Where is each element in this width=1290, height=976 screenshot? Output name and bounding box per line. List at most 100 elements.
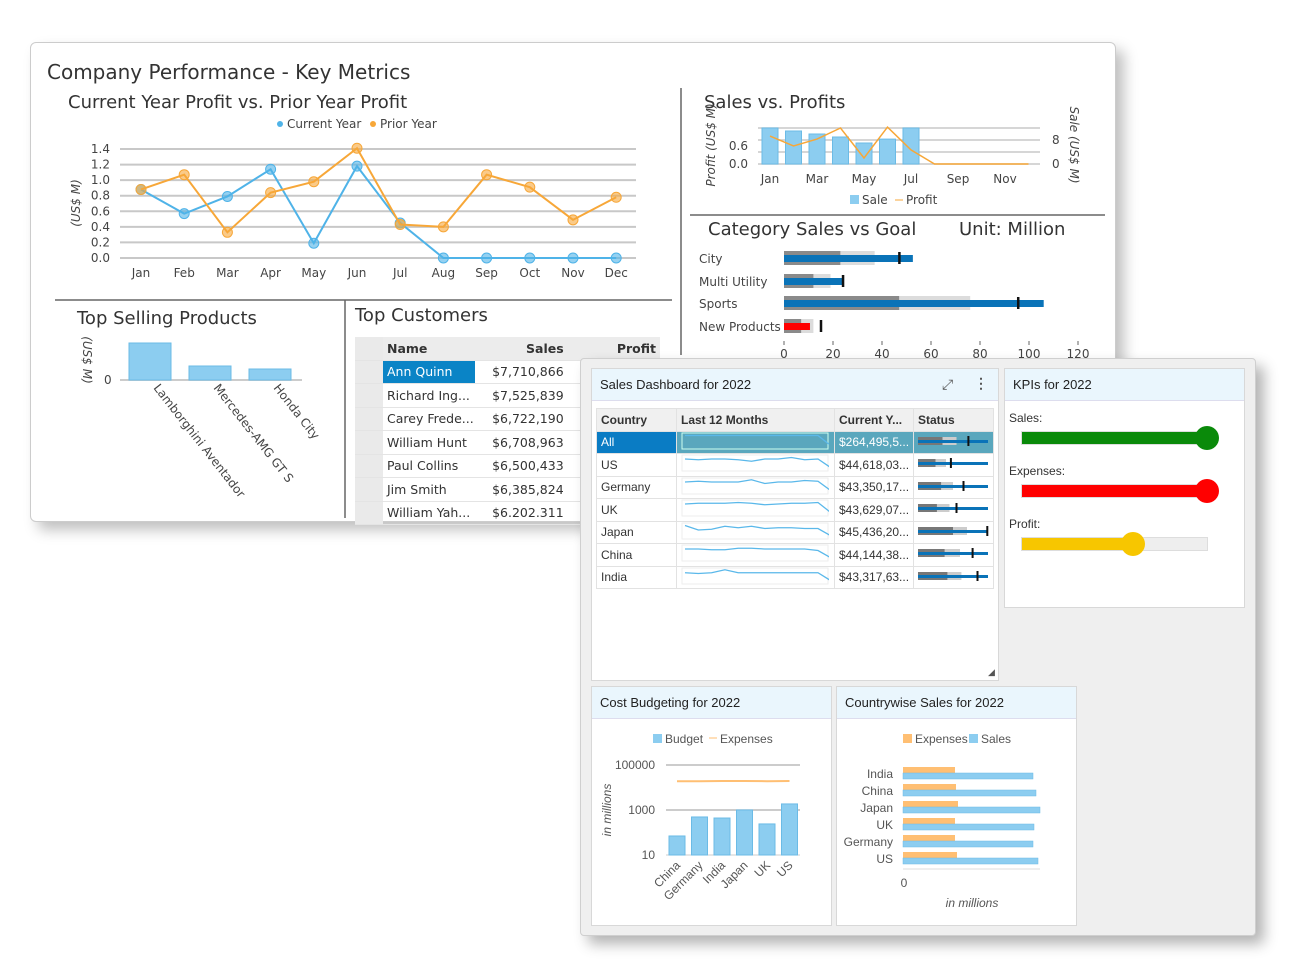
- status-bullet: [918, 525, 989, 536]
- y-tick-label: 0.6: [91, 204, 110, 218]
- country-cell: All: [596, 430, 677, 454]
- status-bullet: [918, 458, 988, 469]
- data-point: [610, 252, 622, 264]
- x-tick-label: Jul: [903, 172, 918, 186]
- table-row[interactable]: Japan $45,436,20...: [596, 520, 994, 544]
- card-title: Sales Dashboard for 2022: [592, 369, 998, 401]
- value-bar: [918, 507, 988, 511]
- country-cell: US: [596, 453, 677, 477]
- sparkline-cell: [676, 430, 835, 454]
- y-tick-label: 0.2: [91, 235, 110, 249]
- x-tick-label: Mar: [216, 266, 239, 280]
- sparkline-cell: [676, 453, 835, 477]
- x-tick-label: Jun: [347, 266, 367, 280]
- legend-marker: [277, 121, 283, 127]
- x-tick-label: Jul: [392, 266, 407, 280]
- data-point: [308, 237, 320, 249]
- kpi-slider[interactable]: [1021, 426, 1219, 450]
- data-point: [351, 142, 363, 154]
- countrywise-sales-card: Countrywise Sales for 2022: [836, 686, 1077, 926]
- status-bullet: [918, 435, 988, 446]
- data-point: [265, 163, 277, 175]
- value-bar: [918, 439, 988, 443]
- kpi-thumb[interactable]: [1195, 479, 1219, 503]
- y-tick-label: 1.4: [91, 142, 110, 156]
- data-point: [221, 226, 233, 238]
- y-tick-label: 1.0: [91, 173, 110, 187]
- table-row[interactable]: China $44,144,38...: [596, 543, 994, 567]
- country-cell: Germany: [596, 475, 677, 499]
- resize-handle-icon[interactable]: ◢: [988, 667, 995, 678]
- y-tick-label: 1.2: [91, 158, 110, 172]
- current-year-cell: $44,618,03...: [834, 453, 914, 477]
- data-point: [394, 219, 406, 231]
- status-cell: [913, 453, 994, 477]
- status-cell: [913, 565, 994, 589]
- kpi-label: Sales:: [1009, 411, 1043, 425]
- current-year-cell: $45,436,20...: [834, 520, 914, 544]
- sparkline-line: [684, 478, 832, 492]
- sales-table: Country Last 12 Months Current Y... Stat…: [596, 408, 994, 589]
- col-status[interactable]: Status: [913, 408, 994, 432]
- data-point: [524, 252, 536, 264]
- status-bullet: [918, 548, 988, 559]
- kpi-thumb[interactable]: [1121, 532, 1145, 556]
- x-tick-label: Honda City: [271, 381, 323, 442]
- kpi-slider[interactable]: [1021, 479, 1219, 503]
- x-tick-label: Apr: [260, 266, 281, 280]
- sparkline-frame: [681, 499, 829, 517]
- table-row[interactable]: US $44,618,03...: [596, 453, 994, 477]
- kpi-slider[interactable]: [1021, 532, 1208, 556]
- expand-icon[interactable]: ⤢: [942, 376, 953, 393]
- status-bullet: [918, 480, 988, 491]
- kpi-thumb[interactable]: [1195, 426, 1219, 450]
- country-cell: China: [596, 543, 677, 567]
- value-bar: [918, 484, 988, 488]
- table-row[interactable]: UK $43,629,07...: [596, 498, 994, 522]
- legend-label: Profit: [906, 193, 938, 207]
- data-point: [135, 183, 147, 195]
- data-point: [437, 221, 449, 233]
- right-tick-label: 8: [1052, 133, 1060, 147]
- data-point: [178, 169, 190, 181]
- legend-label: Prior Year: [380, 117, 437, 131]
- kpi-fill: [1022, 538, 1133, 550]
- data-point: [178, 208, 190, 220]
- sparkline-cell: [676, 520, 835, 544]
- status-cell: [913, 430, 994, 454]
- category-label: New Products: [699, 320, 781, 334]
- x-tick-label: Feb: [174, 266, 195, 280]
- col-country[interactable]: Country: [596, 408, 677, 432]
- series-line-1: [140, 146, 617, 234]
- value-bar: [784, 255, 913, 262]
- y-tick-label: 0: [104, 373, 112, 387]
- sale-bar: [855, 142, 873, 165]
- right-axis-label: Sale (US$ M): [1067, 106, 1081, 183]
- x-tick-label: Mar: [806, 172, 829, 186]
- sale-bar: [902, 127, 920, 165]
- sparkline-cell: [676, 475, 835, 499]
- table-row[interactable]: India $43,317,63...: [596, 565, 994, 589]
- card-title: Countrywise Sales for 2022: [837, 687, 1076, 719]
- target-marker: [967, 435, 970, 446]
- sparkline-cell: [676, 543, 835, 567]
- sale-bar: [879, 138, 896, 165]
- sparkline: [681, 499, 832, 517]
- table-row[interactable]: Germany $43,350,17...: [596, 475, 994, 499]
- data-point: [567, 214, 579, 226]
- value-bar: [784, 323, 810, 330]
- product-bar: [128, 342, 172, 381]
- y-tick-label: 0.4: [91, 220, 110, 234]
- value-bar: [918, 552, 988, 556]
- category-label: Sports: [699, 297, 737, 311]
- table-row[interactable]: All $264,495,5...: [596, 430, 994, 454]
- target-marker: [976, 570, 979, 581]
- col-current-year[interactable]: Current Y...: [834, 408, 914, 432]
- sparkline: [681, 454, 832, 472]
- value-bar: [784, 278, 843, 285]
- sparkline: [681, 544, 832, 562]
- sparkline-frame: [681, 567, 829, 585]
- more-options-icon[interactable]: ⋮: [974, 375, 988, 392]
- data-point: [221, 190, 233, 202]
- col-last-12-months[interactable]: Last 12 Months: [676, 408, 835, 432]
